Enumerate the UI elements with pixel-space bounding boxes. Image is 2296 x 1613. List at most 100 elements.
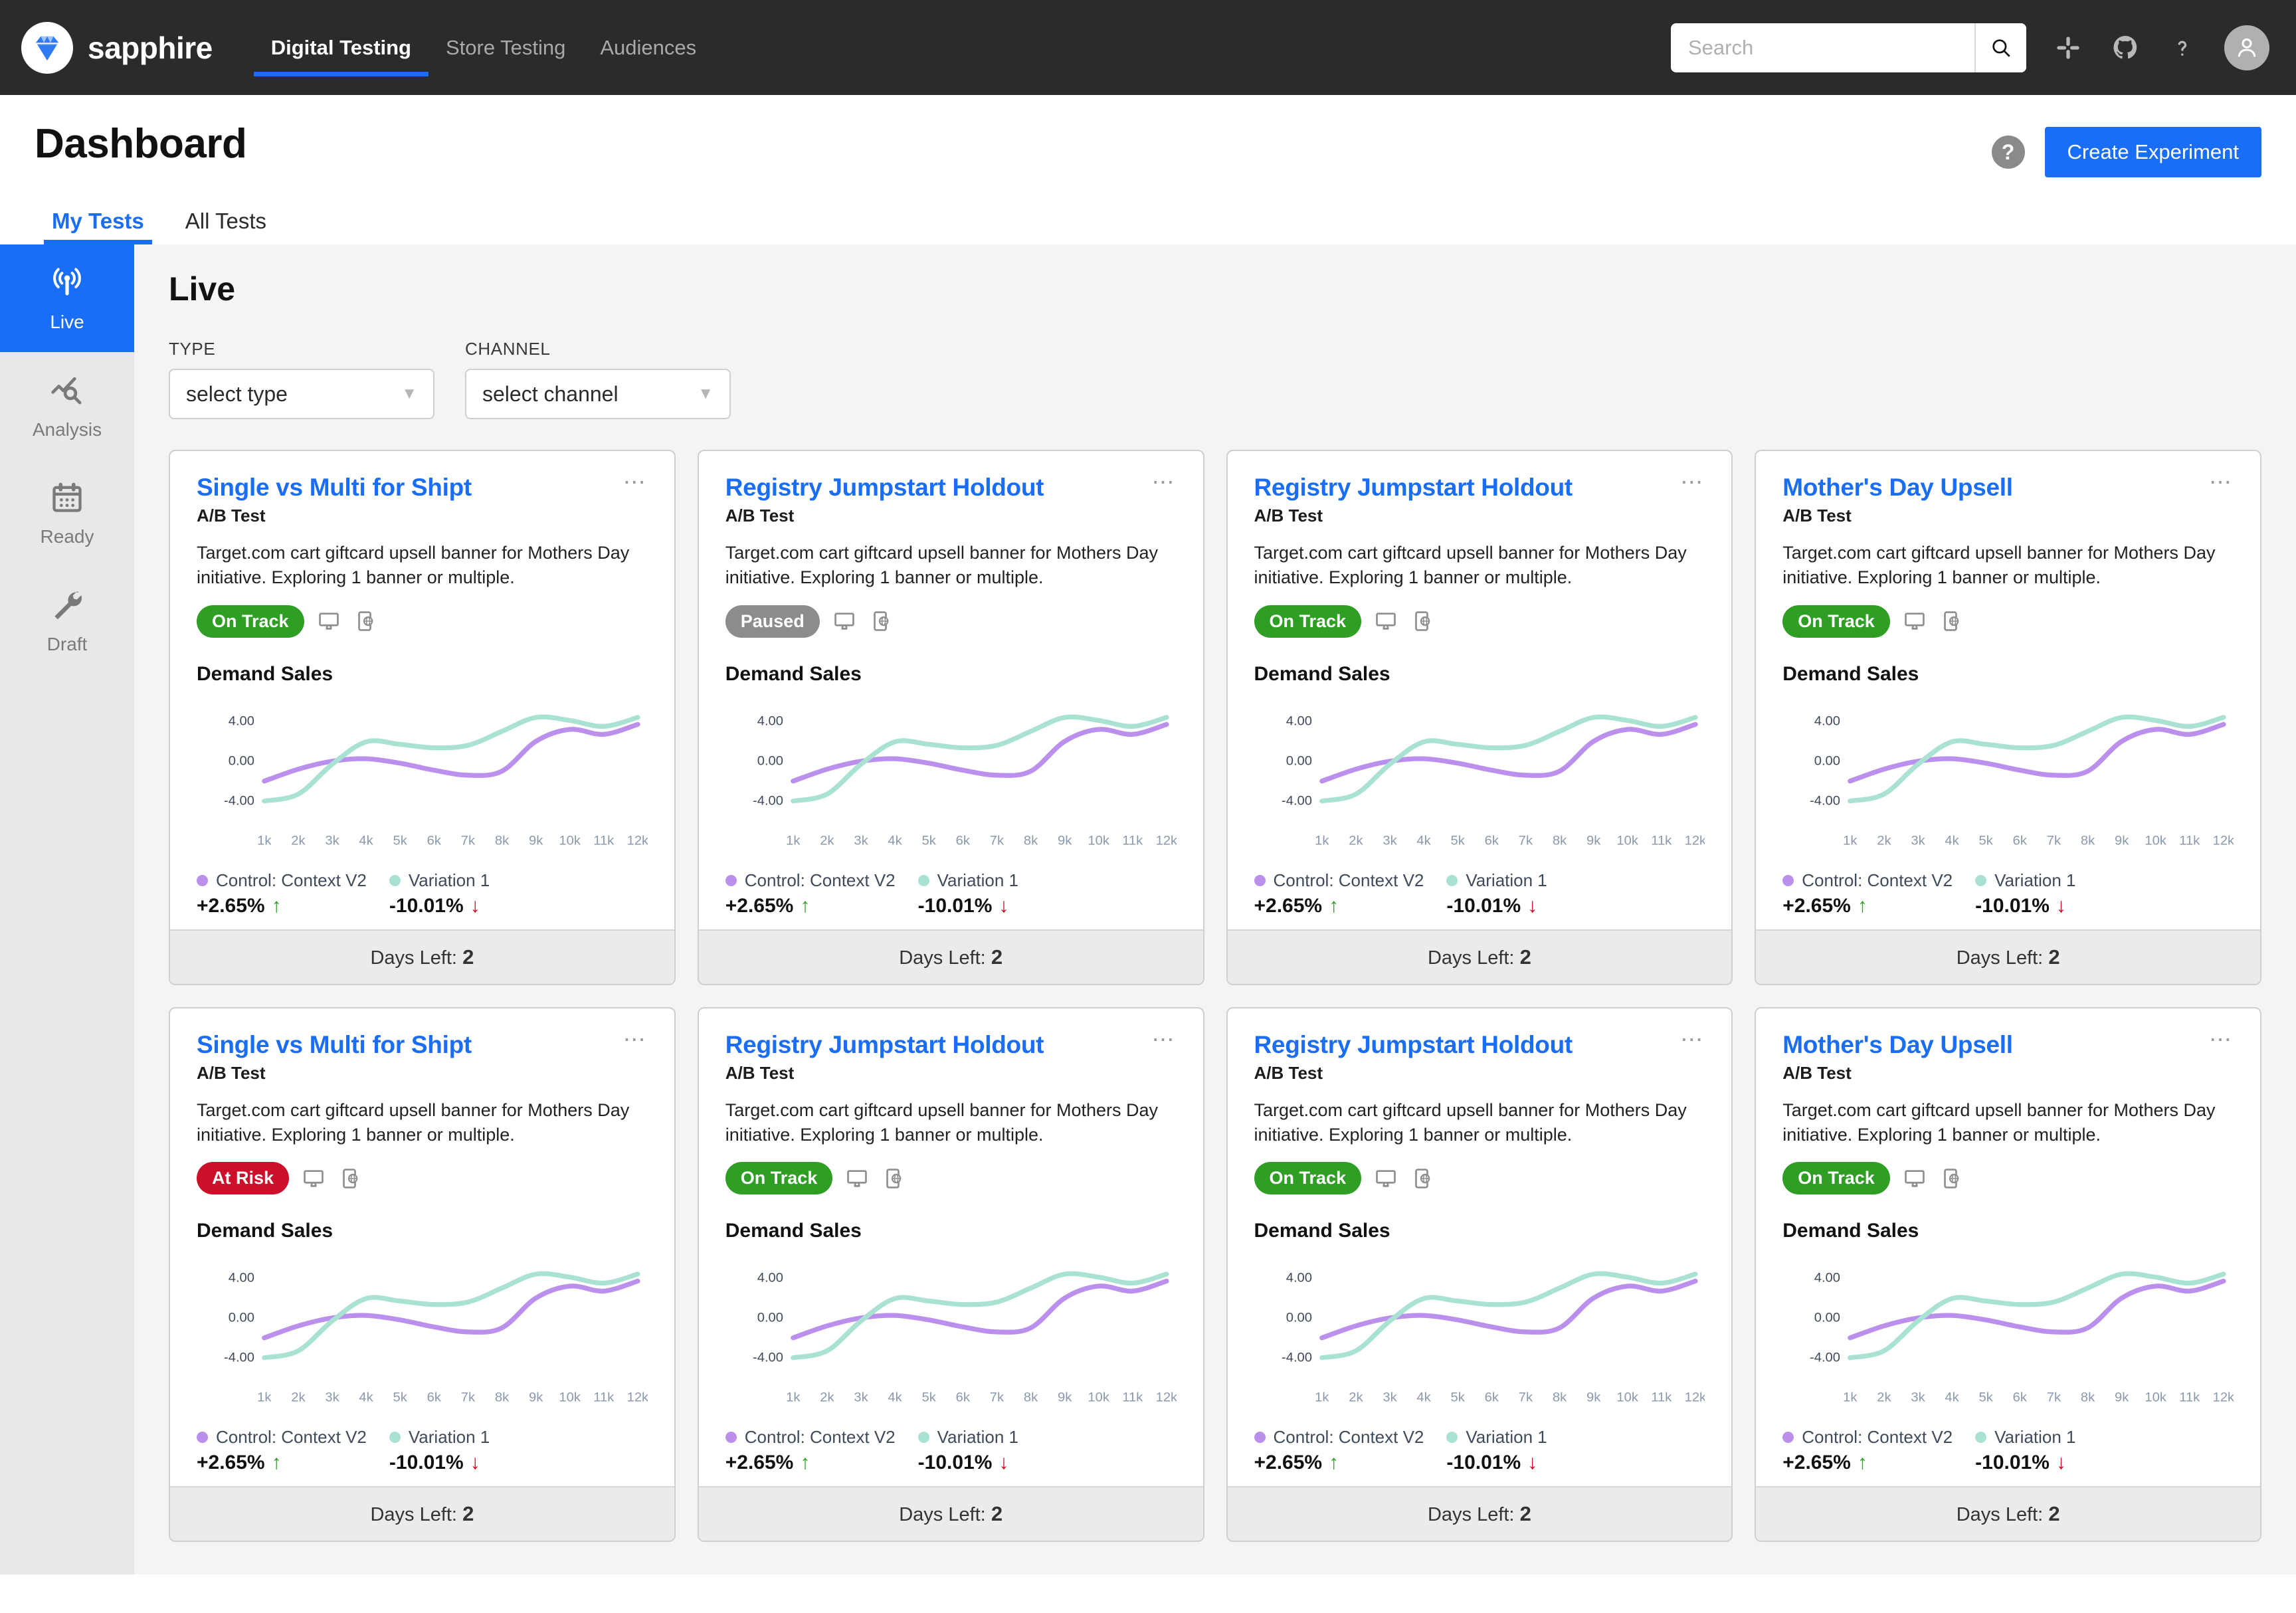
svg-text:12k: 12k [1684, 833, 1705, 848]
experiment-card[interactable]: Mother's Day Upsell ⋯ A/B Test Target.co… [1755, 450, 2261, 985]
card-overflow-menu-icon[interactable]: ⋯ [1152, 471, 1177, 494]
svg-text:7k: 7k [990, 1390, 1004, 1405]
card-body: Registry Jumpstart Holdout ⋯ A/B Test Ta… [1228, 451, 1732, 929]
nav-tab-audiences[interactable]: Audiences [583, 0, 714, 95]
svg-text:12k: 12k [2213, 1390, 2234, 1405]
legend-dot-control [197, 1432, 208, 1443]
legend-value-variation: -10.01% ↓ [1975, 1452, 2075, 1474]
card-test-type: A/B Test [1782, 506, 1852, 525]
svg-text:-4.00: -4.00 [1282, 1351, 1312, 1365]
search-icon[interactable] [1974, 23, 2026, 72]
github-icon[interactable] [2110, 33, 2141, 63]
card-metric-title: Demand Sales [197, 662, 334, 685]
desktop-icon [318, 610, 340, 632]
svg-text:3k: 3k [1383, 833, 1396, 848]
legend-dot-control [725, 1432, 737, 1443]
experiment-card[interactable]: Mother's Day Upsell ⋯ A/B Test Target.co… [1755, 1006, 2261, 1542]
svg-text:3k: 3k [1911, 1390, 1925, 1405]
slack-icon[interactable] [2053, 33, 2083, 63]
demand-sales-chart: 4.00 0.00 -4.00 1k 2k 3k 4k 5k 6k 7k 8k 9k 10k 11k 12k [1782, 1248, 2234, 1412]
svg-text:11k: 11k [593, 1390, 614, 1405]
sidebar-item-live[interactable]: Live [0, 244, 134, 352]
card-description: Target.com cart giftcard upsell banner f… [1782, 1099, 2216, 1145]
svg-text:1k: 1k [257, 1390, 271, 1405]
card-title[interactable]: Registry Jumpstart Holdout [1254, 474, 1677, 502]
experiment-card[interactable]: Registry Jumpstart Holdout ⋯ A/B Test Ta… [697, 1006, 1204, 1542]
card-overflow-menu-icon[interactable]: ⋯ [2209, 1028, 2234, 1051]
search-input[interactable] [1671, 23, 1974, 72]
user-avatar-icon[interactable] [2224, 25, 2269, 70]
page-help-icon[interactable]: ? [1991, 136, 2025, 169]
help-icon[interactable] [2167, 33, 2198, 63]
variation-delta: -10.01% [1446, 894, 1521, 917]
card-title[interactable]: Single vs Multi for Shipt [197, 474, 619, 502]
legend-variation: Variation 1 -10.01% ↓ [1446, 870, 1547, 917]
svg-text:1k: 1k [1843, 833, 1857, 848]
card-title[interactable]: Single vs Multi for Shipt [197, 1031, 619, 1059]
search-box[interactable] [1671, 23, 2026, 72]
channel-select[interactable]: select channel ▼ [465, 369, 731, 419]
card-title[interactable]: Mother's Day Upsell [1782, 474, 2205, 502]
status-badge: On Track [725, 1162, 833, 1194]
card-title[interactable]: Registry Jumpstart Holdout [1254, 1031, 1677, 1059]
legend-variation: Variation 1 -10.01% ↓ [1975, 1427, 2076, 1474]
svg-text:0.00: 0.00 [757, 1311, 783, 1325]
legend-dot-control [197, 874, 208, 886]
card-overflow-menu-icon[interactable]: ⋯ [2209, 471, 2234, 494]
sidebar-label-analysis: Analysis [32, 419, 102, 440]
nav-right-group [1671, 23, 2269, 72]
days-left-label: Days Left: [1956, 1504, 2049, 1525]
legend-value-control: +2.65% ↑ [1782, 1452, 1953, 1474]
demand-sales-chart: 4.00 0.00 -4.00 1k 2k 3k 4k 5k 6k 7k 8k 9k 10k 11k 12k [1782, 691, 2234, 856]
brand-logo[interactable]: sapphire [21, 21, 213, 74]
sidebar-item-analysis[interactable]: Analysis [0, 352, 134, 460]
legend-dot-control [1254, 874, 1266, 886]
svg-text:11k: 11k [593, 833, 614, 848]
experiment-card[interactable]: Registry Jumpstart Holdout ⋯ A/B Test Ta… [697, 450, 1204, 985]
tab-all-tests[interactable]: All Tests [169, 202, 282, 244]
card-description: Target.com cart giftcard upsell banner f… [1782, 543, 2216, 588]
days-left-label: Days Left: [899, 1504, 991, 1525]
card-badge-row: On Track [725, 1162, 1177, 1194]
card-title[interactable]: Mother's Day Upsell [1782, 1031, 2205, 1059]
card-overflow-menu-icon[interactable]: ⋯ [1680, 471, 1705, 494]
nav-tab-store-testing[interactable]: Store Testing [429, 0, 583, 95]
sidebar-item-ready[interactable]: Ready [0, 460, 134, 567]
card-overflow-menu-icon[interactable]: ⋯ [1152, 1028, 1177, 1051]
tab-my-tests[interactable]: My Tests [36, 202, 160, 244]
legend-variation: Variation 1 -10.01% ↓ [1975, 870, 2076, 917]
card-overflow-menu-icon[interactable]: ⋯ [623, 1028, 648, 1051]
card-title[interactable]: Registry Jumpstart Holdout [725, 1031, 1148, 1059]
svg-text:7k: 7k [2047, 833, 2061, 848]
svg-text:6k: 6k [955, 833, 969, 848]
card-overflow-menu-icon[interactable]: ⋯ [1680, 1028, 1705, 1051]
svg-text:11k: 11k [1651, 1390, 1672, 1405]
card-badge-row: Paused [725, 605, 1177, 638]
variation-delta: -10.01% [1975, 1452, 2050, 1473]
card-footer: Days Left: 2 [1756, 1486, 2260, 1541]
legend-control: Control: Context V2 +2.65% ↑ [1254, 1427, 1424, 1474]
experiment-card[interactable]: Registry Jumpstart Holdout ⋯ A/B Test Ta… [1226, 450, 1733, 985]
status-badge: On Track [1254, 605, 1362, 638]
legend-value-control: +2.65% ↑ [725, 895, 896, 917]
nav-tab-digital-testing[interactable]: Digital Testing [253, 0, 429, 95]
experiment-card[interactable]: Single vs Multi for Shipt ⋯ A/B Test Tar… [169, 450, 676, 985]
card-overflow-menu-icon[interactable]: ⋯ [623, 471, 648, 494]
type-select[interactable]: select type ▼ [169, 369, 434, 419]
sidebar-item-draft[interactable]: Draft [0, 567, 134, 675]
svg-text:4k: 4k [888, 833, 902, 848]
card-title[interactable]: Registry Jumpstart Holdout [725, 474, 1148, 502]
experiment-card[interactable]: Single vs Multi for Shipt ⋯ A/B Test Tar… [169, 1006, 676, 1542]
channel-select-value: select channel [482, 381, 619, 406]
filter-channel: CHANNEL select channel ▼ [465, 339, 731, 419]
card-title-row: Registry Jumpstart Holdout ⋯ [725, 471, 1177, 502]
svg-text:5k: 5k [921, 1390, 935, 1405]
card-test-type: A/B Test [197, 1062, 266, 1083]
legend-label-variation: Variation 1 [1466, 870, 1547, 890]
create-experiment-button[interactable]: Create Experiment [2044, 127, 2261, 177]
control-delta: +2.65% [725, 1452, 794, 1473]
control-delta: +2.65% [1782, 1452, 1851, 1473]
svg-text:4.00: 4.00 [1814, 1271, 1840, 1285]
experiment-card[interactable]: Registry Jumpstart Holdout ⋯ A/B Test Ta… [1226, 1006, 1733, 1542]
status-badge: At Risk [197, 1162, 290, 1194]
